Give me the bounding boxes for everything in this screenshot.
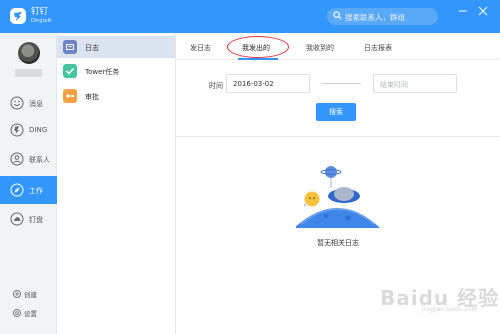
search-icon	[333, 11, 342, 22]
close-icon[interactable]	[478, 6, 488, 16]
cloud-disk-icon	[10, 212, 24, 226]
tab-bar: 发日志 我发出的 我收到的 日志报表	[176, 33, 500, 60]
settings-label: 设置	[24, 310, 37, 318]
gear-icon	[13, 309, 21, 317]
app-subtitle: Dingtalk	[31, 17, 52, 24]
active-tab-indicator	[238, 58, 278, 60]
nav-item-label: 工作	[29, 187, 43, 195]
nav-item-label: 钉盘	[29, 216, 43, 224]
watermark-url: jingyan.baidu.com	[422, 306, 478, 313]
empty-state-text: 暂无相关日志	[317, 239, 359, 247]
nav-item-work[interactable]: 工作	[0, 176, 57, 204]
plus-circle-icon	[13, 290, 21, 298]
nav-item-ding[interactable]: DING	[0, 116, 57, 144]
user-name-redacted	[15, 69, 42, 77]
dingtalk-logo-icon	[10, 8, 26, 24]
nav-item-messages[interactable]: 消息	[0, 89, 57, 117]
sub-item-approval[interactable]: 审批	[57, 85, 175, 107]
ding-icon	[10, 123, 24, 137]
sub-item-label: 审批	[85, 93, 99, 101]
nav-item-label: 消息	[29, 100, 43, 108]
title-bar: 钉钉 Dingtalk 搜索联系人，群组	[0, 0, 500, 33]
app-title: 钉钉	[31, 7, 49, 17]
sub-item-label: 日志	[85, 44, 99, 52]
work-sub-nav: 日志 Tower任务 审批	[57, 33, 176, 334]
tab-received[interactable]: 我收到的	[306, 43, 334, 53]
avatar[interactable]	[18, 42, 40, 64]
search-input[interactable]: 搜索联系人，群组	[327, 8, 438, 25]
approval-icon	[63, 89, 77, 103]
log-icon	[63, 40, 77, 54]
contacts-icon	[10, 152, 24, 166]
tower-icon	[63, 64, 77, 78]
tab-write-log[interactable]: 发日志	[190, 43, 211, 53]
settings-button[interactable]: 设置	[13, 308, 37, 318]
time-label: 时间	[209, 82, 223, 90]
sub-item-label: Tower任务	[85, 68, 120, 76]
nav-item-label: 联系人	[29, 156, 50, 164]
sub-item-log[interactable]: 日志	[57, 36, 175, 58]
annotation-circle	[227, 36, 289, 58]
nav-item-label: DING	[29, 126, 48, 134]
tab-log-report[interactable]: 日志报表	[364, 43, 392, 53]
end-date-input[interactable]: 结束时间	[373, 74, 457, 93]
divider	[176, 136, 500, 137]
create-button[interactable]: 创建	[13, 289, 37, 299]
start-date-input[interactable]: 2016-03-02	[226, 74, 310, 93]
nav-item-contacts[interactable]: 联系人	[0, 145, 57, 173]
minimize-icon[interactable]	[458, 6, 468, 16]
date-range-separator	[321, 83, 361, 84]
search-placeholder: 搜索联系人，群组	[345, 13, 405, 22]
sub-item-tower[interactable]: Tower任务	[57, 60, 175, 82]
app-brand: 钉钉 Dingtalk	[31, 8, 52, 24]
search-button[interactable]: 搜索	[316, 103, 356, 121]
left-nav: 消息 DING 联系人 工作 钉盘 创建 设置	[0, 33, 57, 334]
nav-item-cloud-disk[interactable]: 钉盘	[0, 205, 57, 233]
work-icon	[10, 183, 24, 197]
empty-planet-illustration	[294, 158, 381, 235]
create-label: 创建	[24, 291, 37, 299]
smile-icon	[10, 96, 24, 110]
